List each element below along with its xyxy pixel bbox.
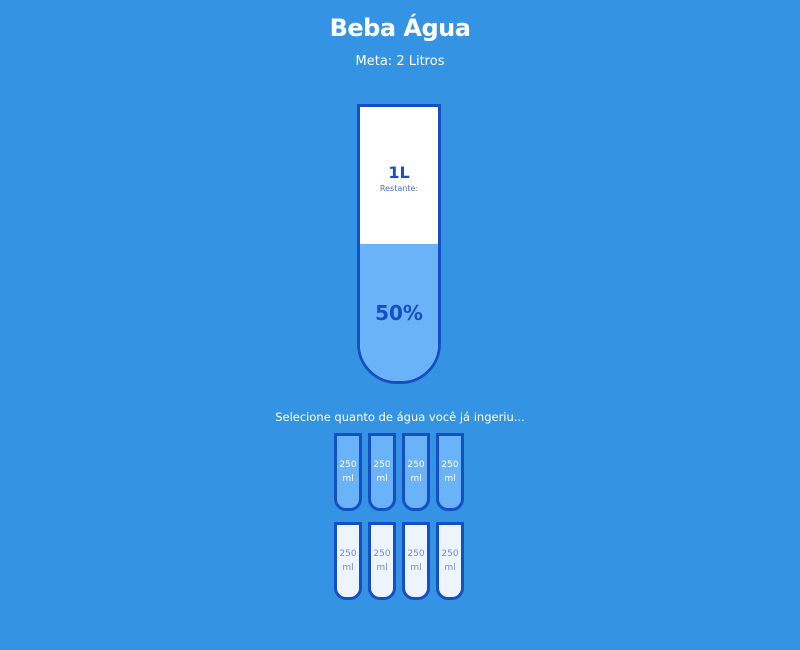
cup-button[interactable]: 250 ml [368,522,396,600]
cup-unit: ml [410,563,422,573]
cup-button[interactable]: 250 ml [368,433,396,511]
cup-unit: ml [376,563,388,573]
cup-button[interactable]: 250 ml [402,433,430,511]
cup-amount: 250 [339,549,357,559]
remaining-label: Restante: [379,183,419,193]
cup-button[interactable]: 250 ml [334,433,362,511]
cup-amount: 250 [407,460,425,470]
instruction-text: Selecione quanto de água você já ingeriu… [275,410,525,424]
cup-button[interactable]: 250 ml [436,433,464,511]
goal-text: Meta: 2 Litros [355,54,445,69]
cup-amount: 250 [441,549,459,559]
cup-amount: 250 [407,549,425,559]
cup-button[interactable]: 250 ml [402,522,430,600]
percentage-fill: 50% [360,244,438,381]
cup-unit: ml [376,474,388,484]
cup-unit: ml [444,474,456,484]
cup-unit: ml [444,563,456,573]
remaining-section: 1L Restante: [360,107,438,244]
main-water-cup: 1L Restante: 50% [357,104,441,384]
cup-button[interactable]: 250 ml [334,522,362,600]
remaining-liters: 1L [388,162,410,182]
page-title: Beba Água [329,14,471,42]
cup-amount: 250 [441,460,459,470]
cup-button[interactable]: 250 ml [436,522,464,600]
cup-unit: ml [342,563,354,573]
cup-amount: 250 [339,460,357,470]
cup-amount: 250 [373,549,391,559]
cup-unit: ml [342,474,354,484]
cup-unit: ml [410,474,422,484]
water-tracker-page: Beba Água Meta: 2 Litros 1L Restante: 50… [0,0,800,650]
small-cups-grid: 250 ml 250 ml 250 ml 250 ml 250 ml 250 ml 250 ml 250 ml [334,433,466,600]
cup-amount: 250 [373,460,391,470]
